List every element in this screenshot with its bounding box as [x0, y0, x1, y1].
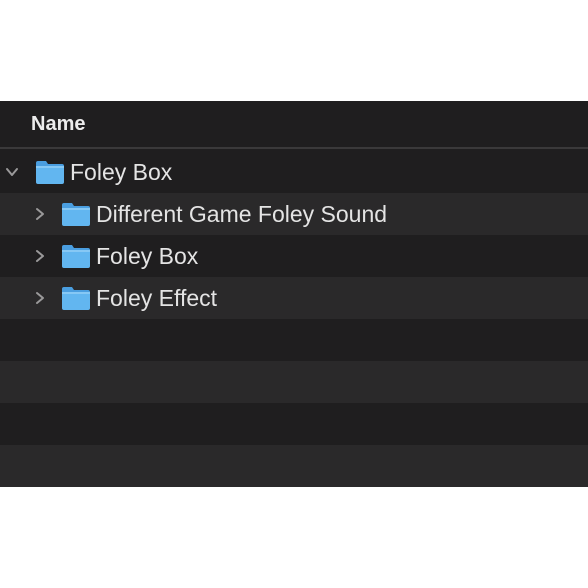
empty-row [0, 361, 588, 403]
empty-row [0, 319, 588, 361]
list-item-folder[interactable]: Foley Effect [0, 277, 588, 319]
folder-icon [36, 161, 64, 184]
column-header[interactable]: Name [0, 101, 588, 149]
folder-name: Foley Effect [96, 285, 218, 311]
folder-name: Foley Box [70, 159, 173, 185]
folder-name: Different Game Foley Sound [96, 201, 388, 227]
list-item-folder[interactable]: Different Game Foley Sound [0, 193, 588, 235]
folder-icon [62, 203, 90, 226]
folder-icon [62, 287, 90, 310]
name-column-header[interactable]: Name [31, 113, 85, 136]
chevron-right-icon[interactable] [32, 290, 48, 306]
chevron-right-icon[interactable] [32, 248, 48, 264]
folder-name: Foley Box [96, 243, 199, 269]
folder-icon [62, 245, 90, 268]
empty-row [0, 403, 588, 445]
list-item-folder[interactable]: Foley Box [0, 151, 588, 193]
chevron-down-icon[interactable] [4, 164, 20, 180]
finder-list-view: Name Foley Box Different Game Foley Soun… [0, 101, 588, 487]
chevron-right-icon[interactable] [32, 206, 48, 222]
empty-row [0, 445, 588, 487]
list-item-folder[interactable]: Foley Box [0, 235, 588, 277]
